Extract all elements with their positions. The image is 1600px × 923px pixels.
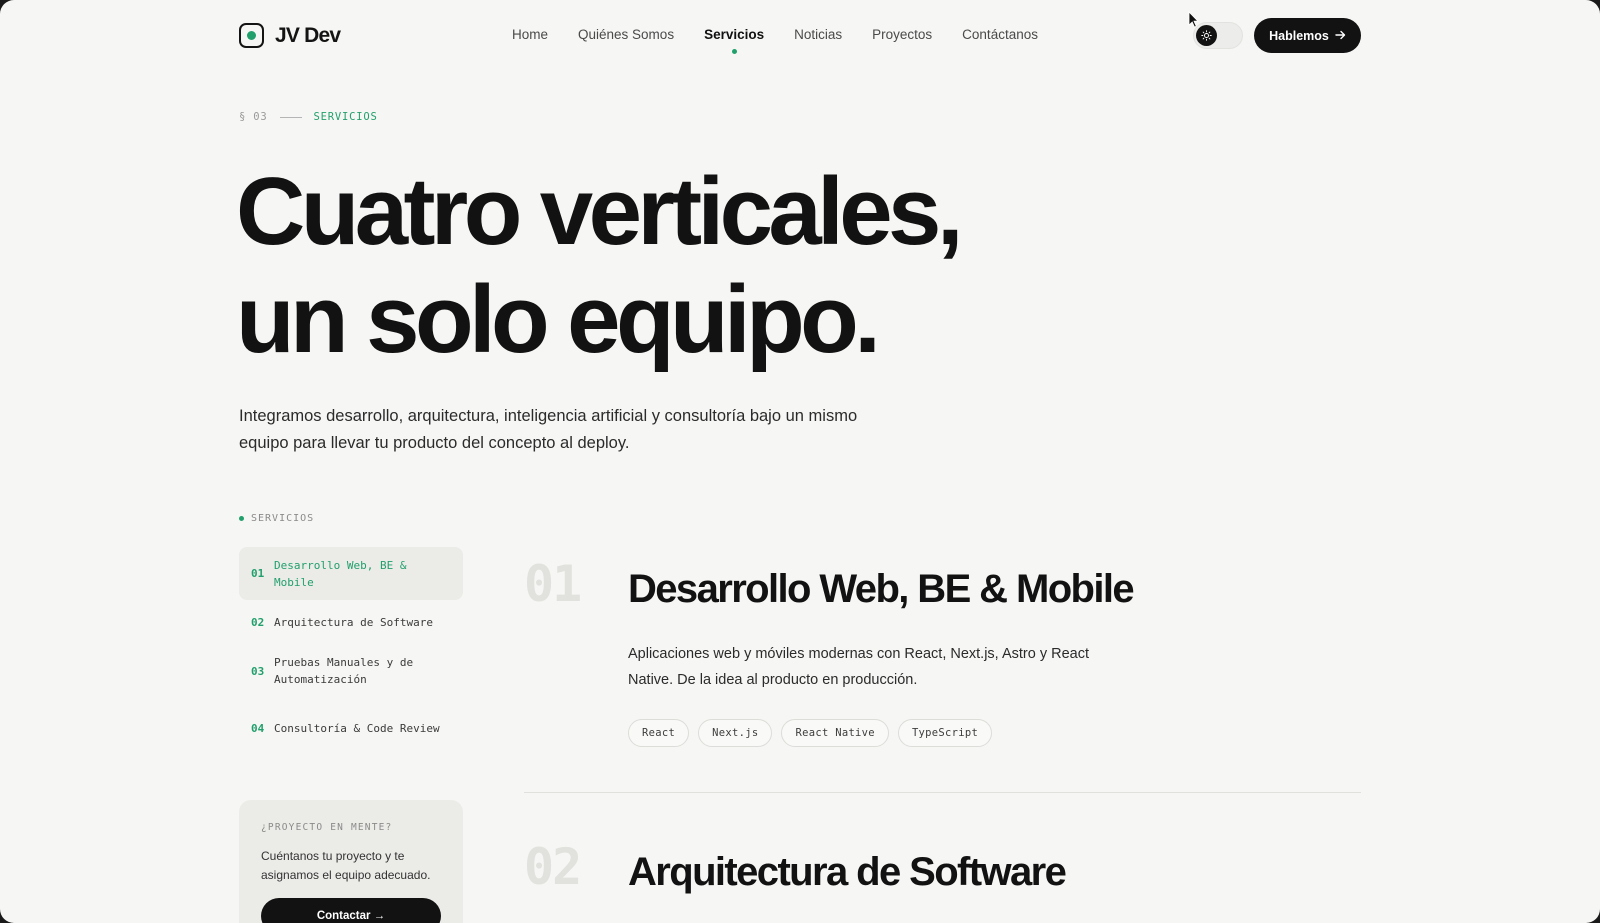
project-cta-card: ¿PROYECTO EN MENTE? Cuéntanos tu proyect… xyxy=(239,800,463,923)
card-eyebrow: ¿PROYECTO EN MENTE? xyxy=(261,822,393,833)
page-title: Cuatro verticales, un solo equipo. xyxy=(236,158,963,374)
sidebar-item-number: 04 xyxy=(251,721,265,735)
sidebar-item-arquitectura[interactable]: 02 Arquitectura de Software xyxy=(239,612,463,632)
card-text: Cuéntanos tu proyecto y te asignamos el … xyxy=(261,849,431,882)
service-number: 02 xyxy=(524,838,582,896)
section-divider xyxy=(524,792,1361,793)
nav-item-quienes-somos[interactable]: Quiénes Somos xyxy=(578,27,674,42)
sidebar-item-desarrollo-web[interactable]: 01 Desarrollo Web, BE & Mobile xyxy=(239,547,463,600)
sun-icon xyxy=(1196,25,1217,46)
hablemos-button[interactable]: Hablemos xyxy=(1254,18,1361,53)
theme-toggle[interactable] xyxy=(1193,22,1243,49)
service-tags: React Next.js React Native TypeScript xyxy=(628,719,993,747)
main-nav: Home Quiénes Somos Servicios Noticias Pr… xyxy=(512,27,1038,54)
tag-chip: React Native xyxy=(781,719,889,747)
section-number: § 03 xyxy=(239,111,268,123)
logo-dot xyxy=(247,31,256,40)
mouse-cursor-icon xyxy=(1188,11,1199,33)
eyebrow-divider xyxy=(279,116,302,118)
sidebar-heading: SERVICIOS xyxy=(239,513,314,524)
brand-logo[interactable]: JV Dev xyxy=(239,23,341,48)
title-line-2: un solo equipo. xyxy=(236,266,881,373)
nav-item-home[interactable]: Home xyxy=(512,27,548,42)
service-title: Desarrollo Web, BE & Mobile xyxy=(628,567,1135,611)
hablemos-label: Hablemos xyxy=(1269,28,1329,43)
title-line-1: Cuatro verticales, xyxy=(236,158,963,265)
active-indicator-dot xyxy=(731,49,737,54)
service-number: 01 xyxy=(524,555,582,613)
sidebar-heading-label: SERVICIOS xyxy=(251,513,315,524)
nav-item-noticias[interactable]: Noticias xyxy=(794,27,842,42)
contactar-button[interactable]: Contactar → xyxy=(261,898,441,923)
hero-subtitle: Integramos desarrollo, arquitectura, int… xyxy=(239,407,858,452)
brand-name: JV Dev xyxy=(275,23,341,47)
nav-item-proyectos[interactable]: Proyectos xyxy=(872,27,932,42)
sidebar-item-number: 03 xyxy=(251,664,265,678)
sidebar-item-consultoria[interactable]: 04 Consultoría & Code Review xyxy=(239,710,463,746)
arrow-right-icon xyxy=(1335,29,1346,43)
sidebar-item-pruebas[interactable]: 03 Pruebas Manuales y de Automatización xyxy=(239,653,463,689)
sidebar-item-number: 02 xyxy=(251,615,265,629)
tag-chip: TypeScript xyxy=(897,719,993,747)
tag-chip: Next.js xyxy=(698,719,773,747)
service-title: Arquitectura de Software xyxy=(628,850,1067,894)
browser-viewport: JV Dev Home Quiénes Somos Servicios Noti… xyxy=(0,0,1600,923)
heading-dot xyxy=(239,516,244,521)
sidebar-item-label: Consultoría & Code Review xyxy=(274,721,440,735)
sidebar-item-label: Arquitectura de Software xyxy=(274,615,433,629)
nav-item-servicios[interactable]: Servicios xyxy=(704,27,765,54)
tag-chip: React xyxy=(628,719,690,747)
service-description: Aplicaciones web y móviles modernas con … xyxy=(628,646,1089,688)
logo-square-icon xyxy=(239,23,264,48)
section-eyebrow: § 03 SERVICIOS xyxy=(239,111,378,123)
nav-item-contactanos[interactable]: Contáctanos xyxy=(962,27,1038,42)
sidebar-item-label: Pruebas Manuales y de Automatización xyxy=(274,656,414,686)
sidebar-item-label: Desarrollo Web, BE & Mobile xyxy=(274,558,407,589)
section-tag: SERVICIOS xyxy=(313,111,378,123)
nav-item-servicios-label: Servicios xyxy=(704,27,765,42)
sidebar-item-number: 01 xyxy=(251,567,265,580)
top-navbar: JV Dev Home Quiénes Somos Servicios Noti… xyxy=(0,0,1600,72)
